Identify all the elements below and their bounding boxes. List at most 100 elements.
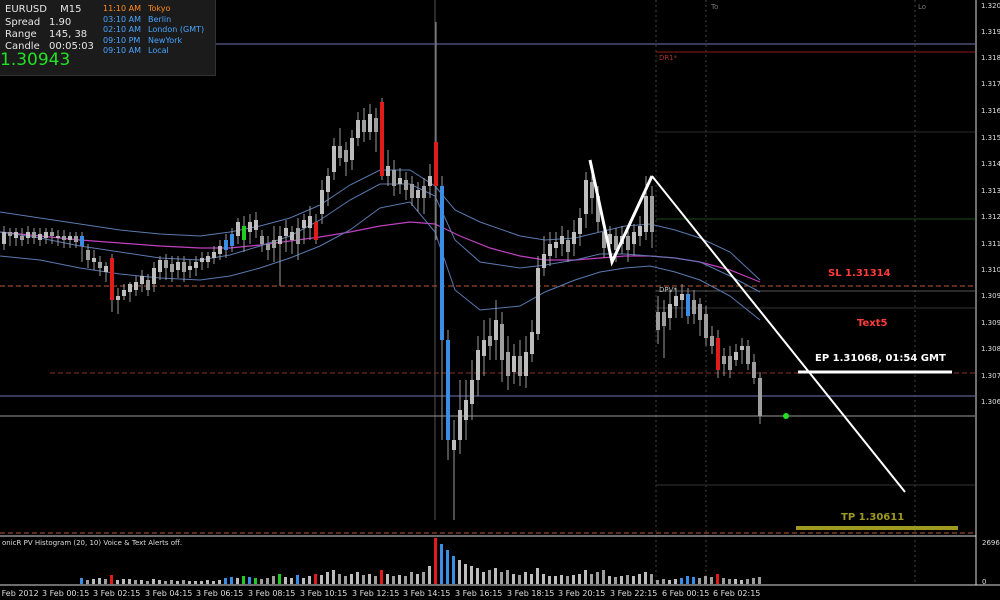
volume-bar xyxy=(710,577,713,584)
candle-body xyxy=(344,150,348,162)
symbol-row: EURUSD M15 xyxy=(5,4,82,15)
volume-bar xyxy=(212,581,215,584)
volume-bar xyxy=(740,580,743,584)
candle-body xyxy=(362,120,366,132)
volume-bar xyxy=(374,576,377,584)
candle-body xyxy=(446,340,450,440)
volume-bar xyxy=(752,578,755,584)
volume-bar xyxy=(158,580,161,584)
volume-bar xyxy=(572,575,575,584)
candle-body xyxy=(290,232,294,240)
timezone-name: NewYork xyxy=(148,35,183,45)
volume-bar xyxy=(536,568,539,584)
candle-body xyxy=(356,120,360,138)
candle-body xyxy=(314,222,318,240)
candle-body xyxy=(284,228,288,236)
stop-loss-label: SL 1.31314 xyxy=(828,268,891,279)
candle-body xyxy=(44,232,48,238)
volume-bar xyxy=(422,572,425,584)
volume-bar xyxy=(494,568,497,584)
volume-bar xyxy=(518,575,521,584)
candle-body xyxy=(644,196,648,232)
candle-body xyxy=(494,320,498,340)
candle-body xyxy=(476,350,480,380)
time-axis-label: 3 Feb 22:15 xyxy=(610,589,658,598)
volume-bar xyxy=(326,572,329,584)
candle-body xyxy=(500,324,504,360)
volume-bar xyxy=(686,576,689,584)
price-axis-label: 1.320 xyxy=(981,2,1000,10)
candle-body xyxy=(176,262,180,270)
dpv-label: DPV* xyxy=(659,286,677,294)
volume-bar xyxy=(194,581,197,584)
volume-bar xyxy=(410,572,413,584)
volume-bar xyxy=(746,579,749,584)
volume-bar xyxy=(632,576,635,584)
time-axis-label: 6 Feb 02:15 xyxy=(713,589,761,598)
timeframe-label: M15 xyxy=(60,4,82,15)
drawn-downtrend-line xyxy=(651,175,906,493)
candle-body xyxy=(536,268,540,334)
volume-bar xyxy=(392,576,395,584)
volume-bar xyxy=(290,578,293,584)
volume-bar xyxy=(716,574,719,584)
candle-body xyxy=(518,356,522,376)
candle-body xyxy=(470,380,474,404)
volume-bar xyxy=(116,580,119,584)
indicator-title: onicR PV Histogram (20, 10) Voice & Text… xyxy=(2,539,183,547)
candle-body xyxy=(8,232,12,236)
volume-bar xyxy=(80,578,83,584)
candle-body xyxy=(410,184,414,198)
timezone-name: Tokyo xyxy=(148,4,171,13)
candle-body xyxy=(650,196,654,232)
price-axis-label: 1.309 xyxy=(981,319,1000,327)
time-axis-label: 3 Feb 10:15 xyxy=(300,589,348,598)
candle-body xyxy=(572,232,576,244)
range-label: Range xyxy=(5,29,37,40)
candle-body xyxy=(398,178,402,184)
candle-body xyxy=(674,296,678,306)
candle-body xyxy=(332,146,336,172)
volume-bar xyxy=(512,574,515,584)
price-axis-label: 1.314 xyxy=(981,160,1000,168)
candle-body xyxy=(200,258,204,262)
volume-bar xyxy=(278,574,281,584)
candle-body xyxy=(134,282,138,290)
volume-bar xyxy=(344,576,347,584)
price-chart[interactable] xyxy=(0,0,1000,600)
candle-body xyxy=(278,236,282,244)
candle-body xyxy=(248,222,252,232)
time-axis-label: 3 Feb 14:15 xyxy=(403,589,451,598)
volume-bar xyxy=(560,575,563,584)
candle-body xyxy=(530,332,534,354)
candle-body xyxy=(590,182,594,198)
volume-bar xyxy=(104,579,107,584)
candle-body xyxy=(104,266,108,272)
candle-body xyxy=(218,246,222,254)
volume-bar xyxy=(182,580,185,584)
candle-body xyxy=(680,294,684,300)
volume-bar xyxy=(146,581,149,584)
volume-bar xyxy=(464,564,467,584)
time-axis-label: 3 Feb 08:15 xyxy=(248,589,296,598)
time-axis-label: 3 Feb 20:15 xyxy=(558,589,606,598)
price-axis-label: 1.310 xyxy=(981,266,1000,274)
volume-bar xyxy=(554,576,557,584)
indicator-max-value: 2696. xyxy=(982,539,1000,547)
volume-bar xyxy=(338,574,341,584)
candle-body xyxy=(458,410,462,440)
candle-body xyxy=(692,300,696,314)
candle-body xyxy=(524,352,528,376)
volume-bar xyxy=(758,577,761,584)
candle-body xyxy=(746,346,750,364)
volume-bar xyxy=(626,575,629,584)
candle-body xyxy=(380,102,384,176)
price-axis-label: 1.315 xyxy=(981,134,1000,142)
candle-body xyxy=(254,220,258,230)
volume-bar xyxy=(644,572,647,584)
volume-bar xyxy=(356,572,359,584)
candle-body xyxy=(350,138,354,160)
volume-bar xyxy=(362,575,365,584)
candle-body xyxy=(656,312,660,330)
price-axis-label: 1.319 xyxy=(981,28,1000,36)
